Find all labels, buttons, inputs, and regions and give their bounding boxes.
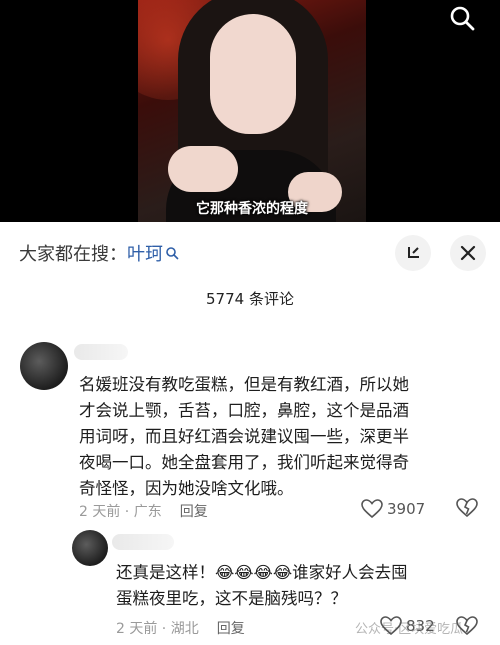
comment-item: 还真是这样！😂😂😂😂谁家好人会去囤 蛋糕夜里吃，这不是脑残吗？？ 2 天前 · …: [0, 528, 500, 645]
heart-icon: [380, 616, 402, 636]
comment-line: 用词呀，而且好红酒会说建议囤一些，深更半: [79, 427, 409, 446]
broken-heart-icon: [456, 498, 478, 518]
person-hand: [168, 146, 238, 192]
heart-icon: [361, 499, 383, 519]
minimize-icon: [408, 247, 419, 258]
trending-search[interactable]: 大家都在搜：叶珂: [19, 240, 179, 266]
reply-button[interactable]: 回复: [180, 504, 208, 520]
comment-line: 名媛班没有教吃蛋糕，但是有教红酒，所以她: [79, 375, 409, 394]
person-face: [210, 14, 296, 134]
like-button[interactable]: 3907: [361, 499, 425, 519]
search-icon: [166, 247, 179, 260]
comment-count: 5774 条评论: [206, 290, 294, 308]
comment-line: 蛋糕夜里吃，这不是脑残吗？？: [116, 589, 347, 608]
close-button[interactable]: [450, 235, 486, 271]
comment-line: 才会说上颚，舌苔，口腔，鼻腔，这个是品酒: [79, 401, 409, 420]
comment-line: 还真是这样！😂😂😂😂谁家好人会去囤: [116, 563, 408, 582]
close-icon: [460, 245, 476, 261]
comment-meta: 2 天前 · 广东 回复: [79, 501, 208, 521]
comment-time-location: 2 天前 · 湖北: [116, 621, 199, 637]
video-caption: 它那种香浓的程度: [196, 201, 308, 217]
trending-search-prefix: 大家都在搜：: [19, 244, 127, 265]
comment-item: 名媛班没有教吃蛋糕，但是有教红酒，所以她 才会说上颚，舌苔，口腔，鼻腔，这个是品…: [0, 338, 500, 528]
minimize-button[interactable]: [395, 235, 431, 271]
search-icon: [450, 6, 475, 31]
comment-line: 夜喝一口。她全盘套用了，我们听起来觉得奇: [79, 453, 409, 472]
video-frame: 它那种香浓的程度: [138, 0, 366, 222]
comment-meta: 2 天前 · 湖北 回复: [116, 618, 245, 638]
trending-search-keyword[interactable]: 叶珂: [127, 244, 163, 265]
video-player[interactable]: 它那种香浓的程度: [0, 0, 500, 222]
comment-text: 名媛班没有教吃蛋糕，但是有教红酒，所以她 才会说上颚，舌苔，口腔，鼻腔，这个是品…: [79, 372, 489, 502]
comment-sheet: 大家都在搜：叶珂 5774 条评论 名媛班没有教吃蛋糕，但是有教红酒，所以她 才…: [0, 222, 500, 645]
broken-heart-icon: [456, 616, 478, 636]
like-button[interactable]: 832: [380, 616, 435, 636]
comment-line: 奇怪怪，因为她没啥文化哦。: [79, 479, 294, 498]
comment-time-location: 2 天前 · 广东: [79, 504, 162, 520]
dislike-button[interactable]: [456, 616, 478, 640]
reply-button[interactable]: 回复: [217, 621, 245, 637]
avatar[interactable]: [20, 342, 68, 390]
username-blurred[interactable]: [74, 344, 128, 360]
dislike-button[interactable]: [456, 498, 478, 522]
comment-text: 还真是这样！😂😂😂😂谁家好人会去囤 蛋糕夜里吃，这不是脑残吗？？: [116, 560, 496, 612]
like-count: 832: [406, 617, 435, 635]
username-blurred[interactable]: [112, 534, 174, 550]
avatar[interactable]: [72, 530, 108, 566]
like-count: 3907: [387, 500, 426, 518]
search-button[interactable]: [448, 4, 476, 32]
